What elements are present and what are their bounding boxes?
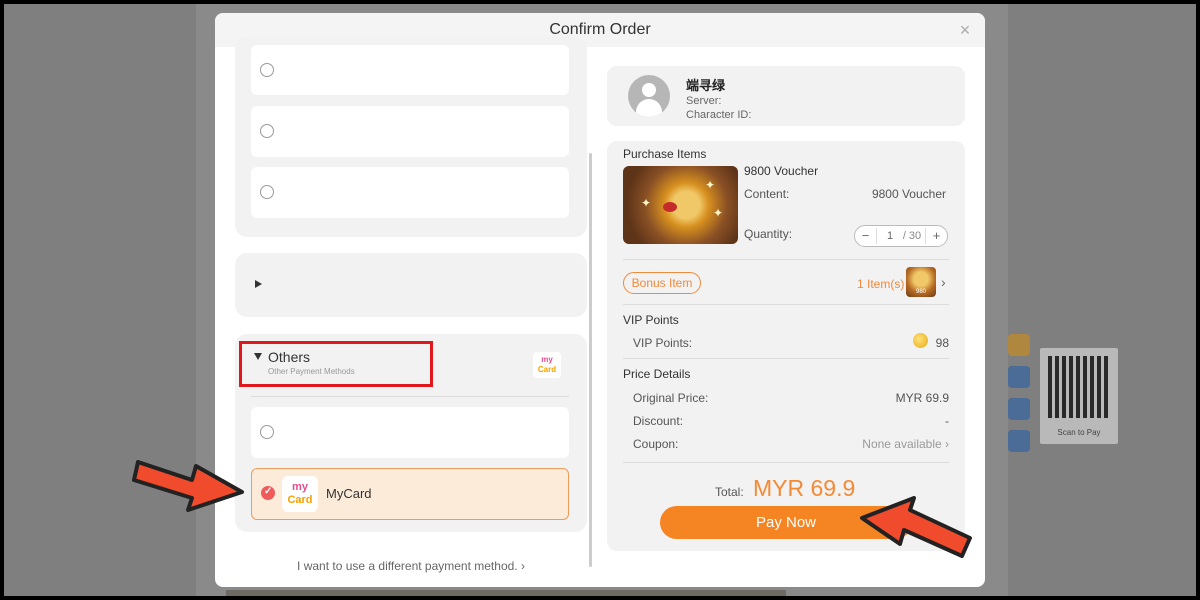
payment-option-other[interactable] bbox=[251, 407, 569, 458]
vip-points-title: VIP Points bbox=[623, 313, 679, 327]
payment-option-radio[interactable] bbox=[260, 185, 274, 199]
character-id-label: Character ID: bbox=[686, 109, 752, 121]
plus-icon[interactable]: + bbox=[925, 228, 947, 244]
order-details-card: Purchase Items ✦ ✦ ✦ 9800 Voucher Conten… bbox=[607, 141, 965, 551]
close-icon[interactable]: × bbox=[957, 21, 973, 39]
qr-caption: Scan to Pay bbox=[1057, 428, 1101, 437]
chevron-right-icon[interactable]: › bbox=[941, 274, 946, 290]
payment-option-3[interactable] bbox=[251, 167, 569, 218]
support-icon bbox=[1008, 366, 1030, 388]
payment-option-1[interactable] bbox=[251, 45, 569, 95]
discount-label: Discount: bbox=[633, 414, 684, 428]
price-details-title: Price Details bbox=[623, 367, 691, 381]
annotation-arrow-right bbox=[860, 496, 972, 558]
payment-option-radio[interactable] bbox=[260, 124, 274, 138]
background-qr-panel: Scan to Pay bbox=[1040, 348, 1118, 444]
coupon-value[interactable]: None available › bbox=[862, 437, 949, 451]
gift-icon bbox=[1008, 334, 1030, 356]
user-name: 端寻绿 bbox=[686, 78, 726, 93]
payment-option-radio[interactable] bbox=[260, 63, 274, 77]
original-price-label: Original Price: bbox=[633, 391, 709, 405]
group-divider bbox=[251, 396, 569, 397]
purchase-items-title: Purchase Items bbox=[623, 147, 707, 161]
annotation-arrow-left bbox=[132, 460, 244, 512]
total-value: MYR 69.9 bbox=[753, 475, 856, 501]
mycard-badge-icon: my Card bbox=[533, 352, 561, 378]
payment-group-1 bbox=[235, 37, 587, 237]
avatar bbox=[628, 75, 670, 117]
coupon-label: Coupon: bbox=[633, 437, 679, 451]
payment-group-collapsed[interactable] bbox=[235, 253, 587, 317]
original-price-value: MYR 69.9 bbox=[895, 391, 949, 405]
payment-option-mycard[interactable]: my Card MyCard bbox=[251, 468, 569, 520]
collapse-arrow-icon[interactable] bbox=[254, 353, 262, 361]
quantity-max: / 30 bbox=[902, 230, 922, 242]
payment-methods-panel: Others Other Payment Methods my Card my … bbox=[235, 37, 587, 587]
coin-icon bbox=[913, 333, 928, 348]
divider bbox=[623, 259, 949, 260]
qr-code bbox=[1048, 356, 1110, 418]
scrollbar[interactable] bbox=[589, 153, 592, 567]
bonus-item-thumbnail: 980 bbox=[906, 267, 936, 297]
divider bbox=[623, 462, 949, 463]
payment-group-others: Others Other Payment Methods my Card my … bbox=[235, 334, 587, 532]
server-label: Server: bbox=[686, 95, 722, 107]
payment-method-name: MyCard bbox=[326, 486, 372, 501]
qr-icon bbox=[1008, 430, 1030, 452]
vip-points-value: 98 bbox=[935, 336, 949, 350]
quantity-stepper[interactable]: − 1 / 30 + bbox=[854, 225, 948, 247]
mycard-logo-icon: my Card bbox=[282, 476, 318, 512]
others-title: Others bbox=[268, 348, 311, 365]
payment-option-radio-selected[interactable] bbox=[261, 486, 275, 500]
divider bbox=[623, 304, 949, 305]
user-card: 端寻绿 Server: Character ID: bbox=[607, 66, 965, 126]
voucher-image: ✦ ✦ ✦ bbox=[623, 166, 738, 244]
content-label: Content: bbox=[744, 187, 790, 201]
others-subtitle: Other Payment Methods bbox=[268, 367, 355, 376]
background-side-toolbar bbox=[1008, 334, 1036, 456]
quantity-value[interactable]: 1 bbox=[879, 230, 901, 242]
discount-value: - bbox=[945, 414, 949, 428]
different-payment-method-link[interactable]: I want to use a different payment method… bbox=[235, 559, 587, 573]
others-group-header[interactable]: Others Other Payment Methods bbox=[254, 348, 355, 376]
expand-arrow-icon[interactable] bbox=[255, 280, 262, 288]
bonus-item-badge: Bonus Item bbox=[623, 272, 701, 294]
background-strip bbox=[226, 590, 786, 596]
modal-title: Confirm Order bbox=[549, 21, 651, 38]
vip-points-label: VIP Points: bbox=[633, 336, 693, 350]
total-label: Total: bbox=[715, 485, 744, 499]
content-value: 9800 Voucher bbox=[871, 187, 946, 201]
share-icon bbox=[1008, 398, 1030, 420]
bonus-item-count[interactable]: 1 Item(s) bbox=[857, 277, 904, 291]
payment-option-2[interactable] bbox=[251, 106, 569, 157]
divider bbox=[623, 358, 949, 359]
item-name: 9800 Voucher bbox=[744, 164, 819, 178]
payment-option-radio[interactable] bbox=[260, 425, 274, 439]
minus-icon[interactable]: − bbox=[855, 228, 877, 244]
quantity-label: Quantity: bbox=[744, 227, 793, 241]
